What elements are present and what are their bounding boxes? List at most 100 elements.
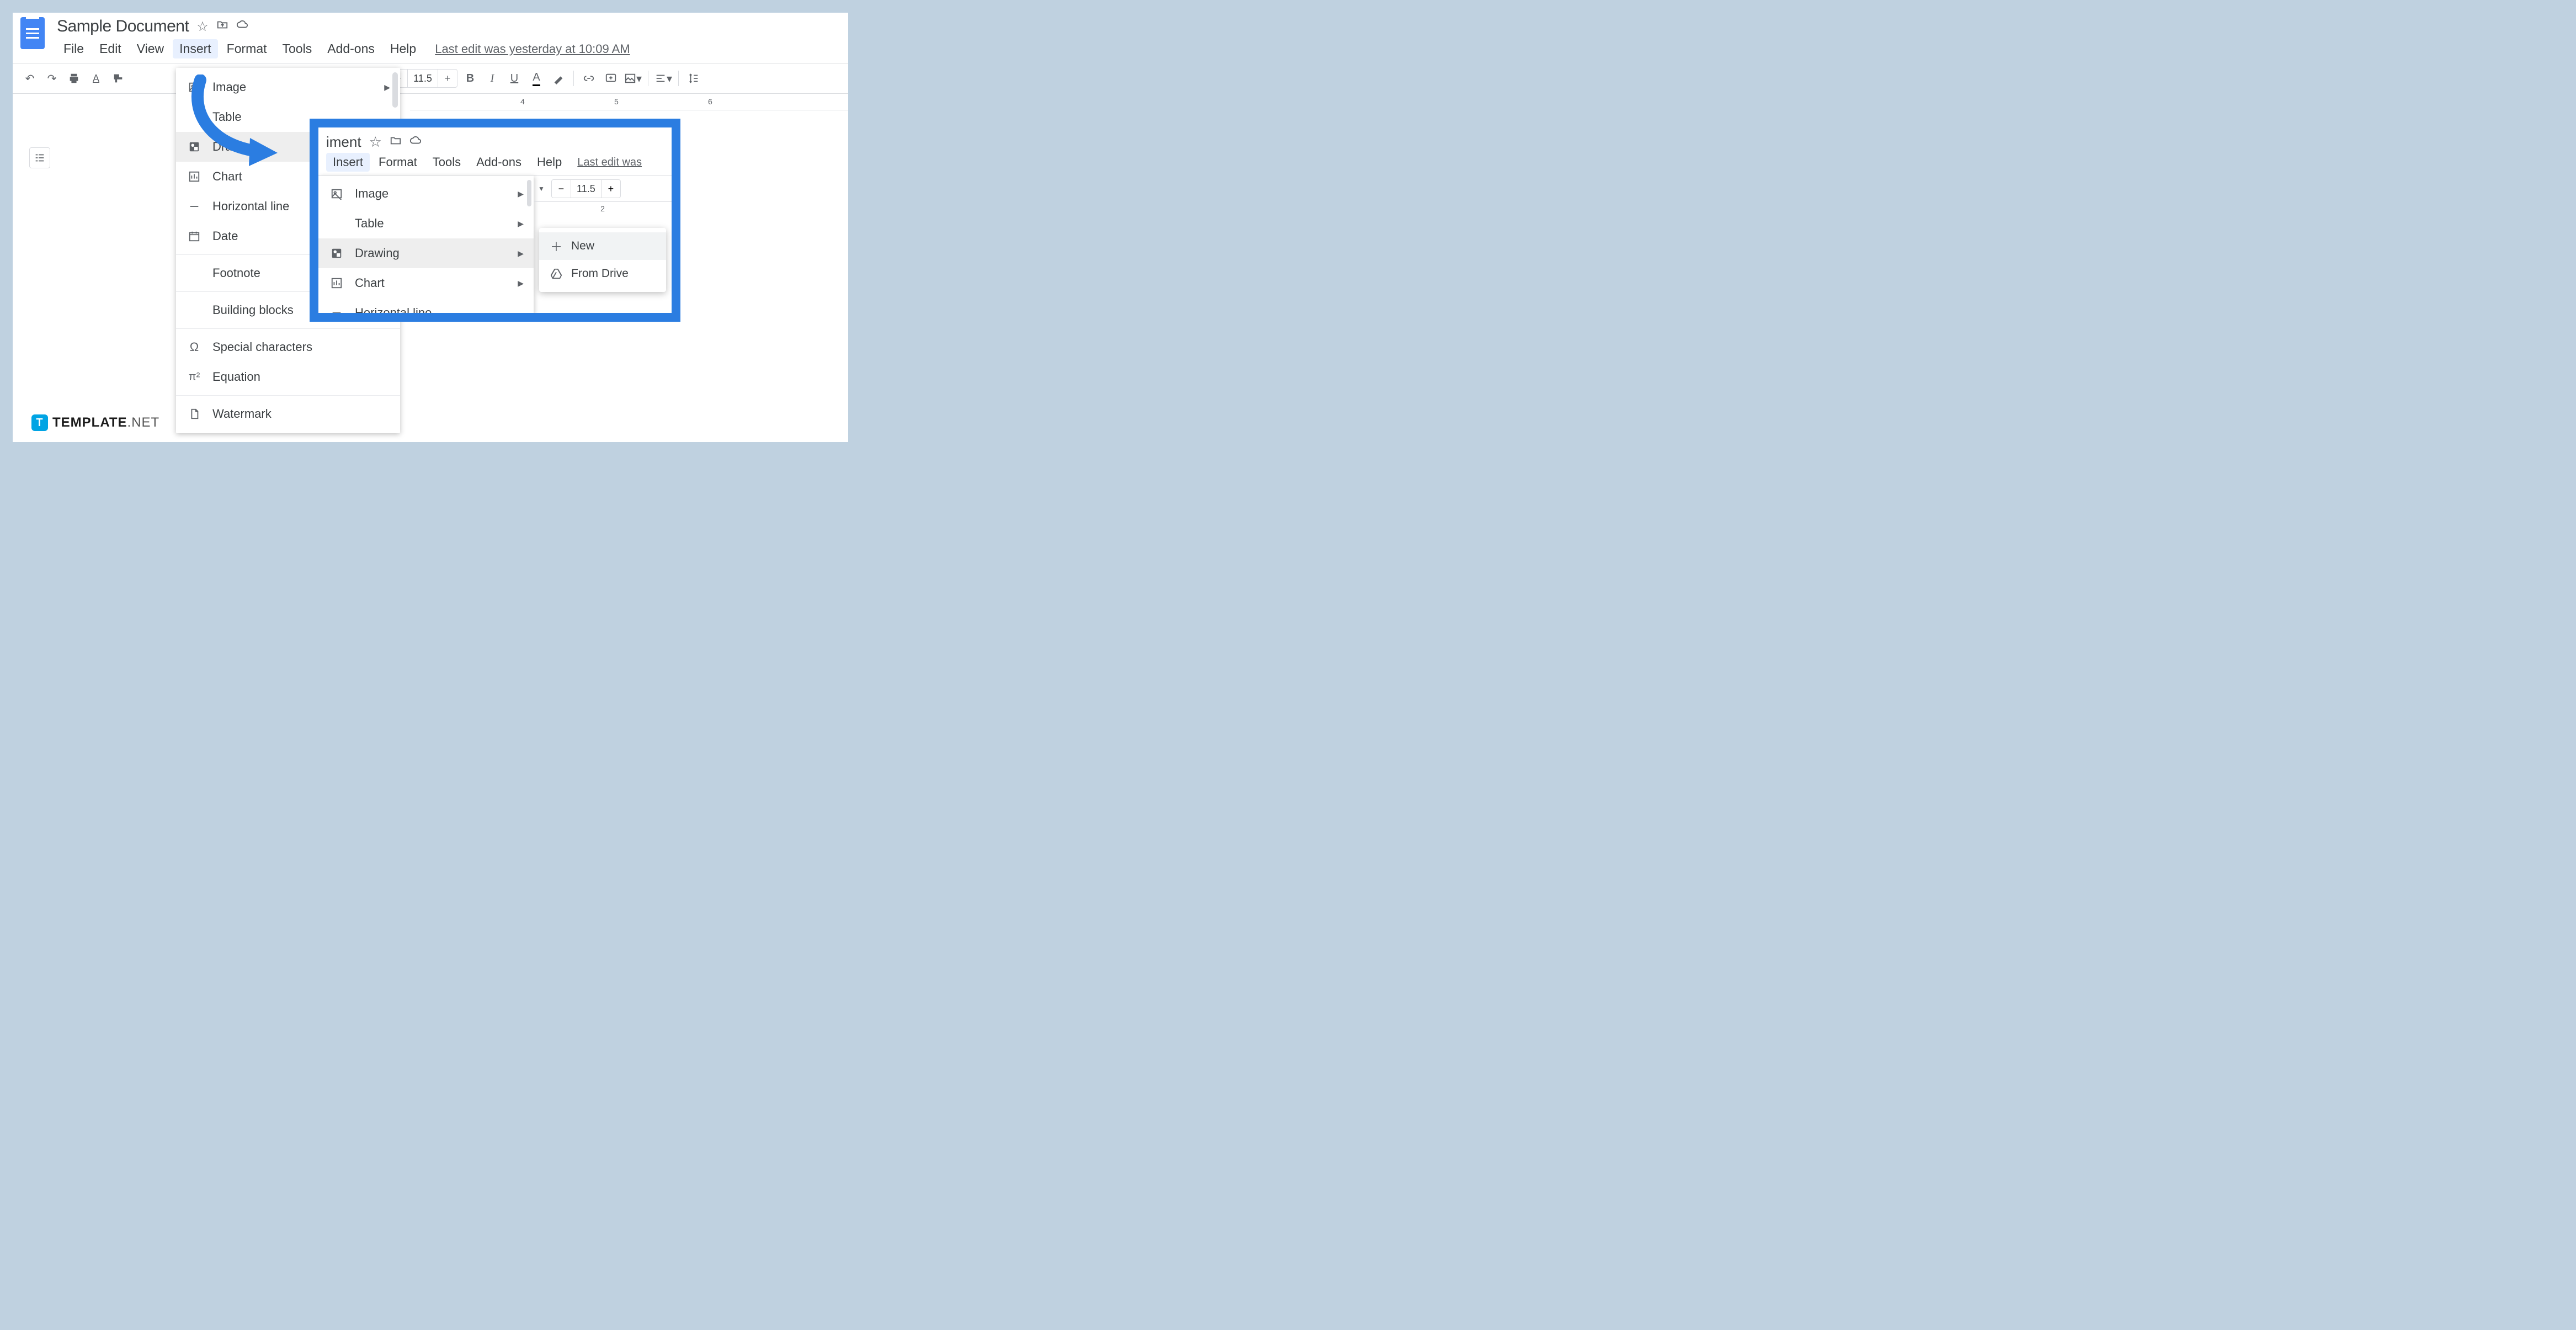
submenu-arrow-icon: ▶: [518, 189, 524, 199]
print-icon[interactable]: [65, 69, 83, 88]
text-color-icon[interactable]: A: [527, 69, 546, 88]
ruler-mark: 5: [614, 97, 619, 106]
font-size-increase-button[interactable]: +: [438, 70, 457, 87]
menu-file[interactable]: File: [57, 39, 91, 58]
menu-edit[interactable]: Edit: [93, 39, 128, 58]
image-icon: [328, 188, 345, 200]
submenu-arrow-icon: ▶: [384, 83, 390, 92]
inset-last-edit-link[interactable]: Last edit was: [577, 156, 642, 169]
link-icon[interactable]: [579, 69, 598, 88]
last-edit-link[interactable]: Last edit was yesterday at 10:09 AM: [435, 42, 630, 56]
image-icon: [186, 81, 203, 93]
inset-insert-hline-item[interactable]: Horizontal line: [318, 298, 534, 322]
insert-image-item[interactable]: Image ▶: [176, 72, 400, 102]
template-net-watermark: T TEMPLATE.NET: [31, 414, 159, 431]
inset-menu-format[interactable]: Format: [372, 153, 424, 172]
menubar: File Edit View Insert Format Tools Add-o…: [57, 39, 630, 58]
equation-icon: π²: [186, 371, 203, 384]
toolbar-separator: [573, 71, 574, 86]
hline-icon: [186, 200, 203, 212]
comment-icon[interactable]: [602, 69, 620, 88]
spellcheck-icon[interactable]: A: [87, 69, 105, 88]
menu-format[interactable]: Format: [220, 39, 274, 58]
submenu-arrow-icon: ▶: [518, 279, 524, 288]
watermark-light: .NET: [127, 415, 160, 430]
ruler-mark: 6: [708, 97, 712, 106]
menu-insert[interactable]: Insert: [173, 39, 218, 58]
hline-icon: [328, 307, 345, 319]
document-title[interactable]: Sample Document: [57, 17, 189, 36]
inset-menu-addons[interactable]: Add-ons: [470, 153, 528, 172]
inset-header: iment ☆: [318, 127, 672, 151]
toolbar-separator: [678, 71, 679, 86]
cloud-status-icon[interactable]: [236, 19, 248, 35]
menu-tools[interactable]: Tools: [276, 39, 319, 58]
menu-label: Date: [212, 229, 238, 243]
inset-menu-insert[interactable]: Insert: [326, 153, 370, 172]
plus-icon: ＋: [549, 237, 563, 255]
cloud-status-icon[interactable]: [409, 134, 422, 151]
menu-label: Chart: [355, 276, 385, 290]
underline-icon[interactable]: U: [505, 69, 524, 88]
menu-view[interactable]: View: [130, 39, 171, 58]
app-frame: Sample Document ☆ File Edit View Insert …: [11, 11, 850, 444]
bold-icon[interactable]: B: [461, 69, 480, 88]
inset-menubar: Insert Format Tools Add-ons Help Last ed…: [318, 151, 672, 175]
paint-format-icon[interactable]: [109, 69, 127, 88]
inset-font-size-group: − 11.5 +: [551, 179, 621, 198]
chart-icon: [328, 277, 345, 289]
menu-label: Table: [212, 110, 242, 124]
menu-help[interactable]: Help: [384, 39, 423, 58]
menu-separator: [176, 395, 400, 396]
undo-icon[interactable]: ↶: [20, 69, 39, 88]
inset-insert-drawing-item[interactable]: Drawing ▶: [318, 238, 534, 268]
ruler-mark: 4: [520, 97, 525, 106]
inset-menu-help[interactable]: Help: [530, 153, 568, 172]
move-folder-icon[interactable]: [216, 19, 228, 34]
submenu-label: From Drive: [571, 267, 629, 280]
menu-label: Horizontal line: [212, 199, 289, 214]
font-size-increase-button[interactable]: +: [602, 180, 620, 198]
menu-label: Special characters: [212, 340, 312, 354]
document-outline-icon[interactable]: [29, 147, 50, 168]
inset-insert-table-item[interactable]: Table ▶: [318, 209, 534, 238]
inset-insert-chart-item[interactable]: Chart ▶: [318, 268, 534, 298]
docs-logo-icon[interactable]: [20, 17, 45, 49]
insert-watermark-item[interactable]: Watermark: [176, 399, 400, 429]
submenu-arrow-icon: ▶: [518, 219, 524, 228]
line-spacing-icon[interactable]: [684, 69, 703, 88]
insert-special-chars-item[interactable]: Ω Special characters: [176, 332, 400, 362]
inset-insert-image-item[interactable]: Image ▶: [318, 179, 534, 209]
menu-label: Watermark: [212, 407, 272, 421]
font-dropdown-icon[interactable]: ▼: [538, 185, 545, 193]
font-size-input[interactable]: 11.5: [571, 180, 602, 198]
inset-title-fragment: iment: [326, 134, 361, 151]
drawing-new-item[interactable]: ＋ New: [539, 232, 666, 260]
italic-icon[interactable]: I: [483, 69, 502, 88]
star-icon[interactable]: ☆: [196, 19, 209, 35]
watermark-icon: [186, 408, 203, 420]
redo-icon[interactable]: ↷: [42, 69, 61, 88]
insert-equation-item[interactable]: π² Equation: [176, 362, 400, 392]
font-size-input[interactable]: 11.5: [407, 70, 438, 87]
drawing-icon: [328, 247, 345, 259]
drawing-from-drive-item[interactable]: From Drive: [539, 260, 666, 288]
menu-label: Drawing: [212, 140, 257, 154]
move-folder-icon[interactable]: [390, 134, 402, 151]
menu-label: Table: [355, 216, 384, 231]
template-badge-icon: T: [31, 414, 48, 431]
ruler-mark: 2: [600, 204, 605, 213]
date-icon: [186, 230, 203, 242]
font-size-decrease-button[interactable]: −: [552, 180, 571, 198]
menu-label: Horizontal line: [355, 306, 432, 320]
chart-icon: [186, 171, 203, 183]
toolbar: ↶ ↷ A ▾ − 11.5 + B I U A ▾ ▾: [13, 63, 848, 94]
star-icon[interactable]: ☆: [369, 134, 382, 151]
insert-image-icon[interactable]: ▾: [624, 69, 642, 88]
inset-menu-tools[interactable]: Tools: [426, 153, 467, 172]
menu-addons[interactable]: Add-ons: [321, 39, 381, 58]
align-icon[interactable]: ▾: [654, 69, 673, 88]
header: Sample Document ☆ File Edit View Insert …: [13, 13, 848, 58]
menu-label: Image: [355, 187, 388, 201]
highlight-icon[interactable]: [549, 69, 568, 88]
